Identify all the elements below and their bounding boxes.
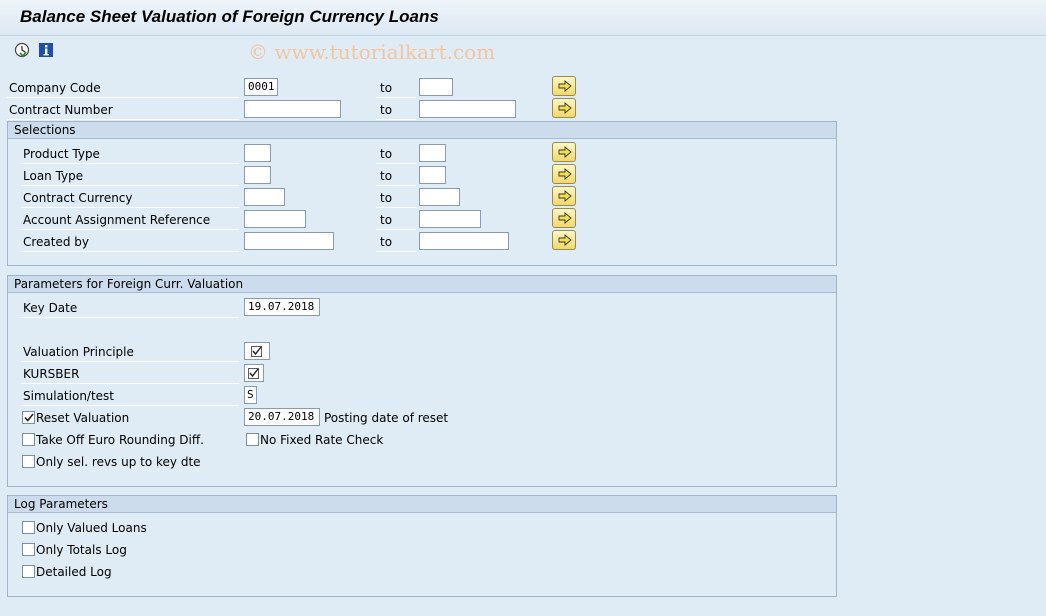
product-type-to-input[interactable] [419,144,446,162]
contract-currency-label: Contract Currency [23,191,133,205]
loan-type-label: Loan Type [23,169,84,183]
only-totals-log-label: Only Totals Log [36,543,127,557]
account-assignment-reference-to-input[interactable] [419,210,481,228]
arrow-right-icon [558,146,572,158]
loan-type-from-input[interactable] [244,166,271,184]
created-by-to-input[interactable] [419,232,509,250]
watermark: © www.tutorialkart.com [248,40,496,64]
account-assignment-reference-multiple-selection-button[interactable] [552,208,576,228]
parameters-group-header: Parameters for Foreign Curr. Valuation [8,276,836,293]
checkbox-check-icon [248,368,259,379]
reset-valuation-date-input[interactable]: 20.07.2018 [244,408,320,426]
simulation-input[interactable]: S [244,386,257,404]
contract-number-to-input[interactable] [419,100,516,118]
to-label: to [380,81,393,95]
kursber-field[interactable] [244,364,264,382]
key-date-input[interactable]: 19.07.2018 [244,298,320,316]
take-off-euro-label: Take Off Euro Rounding Diff. [36,433,204,447]
company-code-from-input[interactable]: 0001 [244,78,278,96]
title-bar: Balance Sheet Valuation of Foreign Curre… [0,0,1046,36]
loan-type-to-input[interactable] [419,166,446,184]
log-parameters-group: Log Parameters [7,495,837,597]
log-parameters-group-header: Log Parameters [8,496,836,513]
checkbox-check-icon [251,346,262,357]
arrow-right-icon [558,212,572,224]
contract-currency-multiple-selection-button[interactable] [552,186,576,206]
created-by-from-input[interactable] [244,232,334,250]
reset-valuation-label: Reset Valuation [36,411,130,425]
to-label: to [380,213,393,227]
contract-currency-to-input[interactable] [419,188,460,206]
valuation-principle-field[interactable] [244,342,270,360]
company-code-multiple-selection-button[interactable] [552,76,576,96]
kursber-label: KURSBER [23,367,80,381]
to-label: to [380,191,393,205]
account-assignment-reference-from-input[interactable] [244,210,306,228]
to-label: to [380,147,393,161]
no-fixed-rate-label: No Fixed Rate Check [260,433,384,447]
contract-number-from-input[interactable] [244,100,341,118]
key-date-label: Key Date [23,301,78,315]
only-valued-loans-checkbox[interactable] [22,521,35,534]
check-icon [24,413,34,422]
product-type-from-input[interactable] [244,144,271,162]
take-off-euro-checkbox[interactable] [22,433,35,446]
simulation-label: Simulation/test [23,389,115,403]
only-sel-revs-checkbox[interactable] [22,455,35,468]
valuation-principle-label: Valuation Principle [23,345,134,359]
posting-date-of-reset-label: Posting date of reset [324,411,449,425]
reset-valuation-checkbox[interactable] [22,411,35,424]
selections-group-header: Selections [8,122,836,139]
arrow-right-icon [558,168,572,180]
only-totals-log-checkbox[interactable] [22,543,35,556]
account-assignment-reference-label: Account Assignment Reference [23,213,211,227]
created-by-label: Created by [23,235,90,249]
to-label: to [380,235,393,249]
info-icon[interactable] [38,42,54,58]
arrow-right-icon [558,190,572,202]
page-title: Balance Sheet Valuation of Foreign Curre… [20,7,439,26]
company-code-to-input[interactable] [419,78,453,96]
to-label: to [380,169,393,183]
only-valued-loans-label: Only Valued Loans [36,521,147,535]
detailed-log-checkbox[interactable] [22,565,35,578]
created-by-multiple-selection-button[interactable] [552,230,576,250]
no-fixed-rate-checkbox[interactable] [246,433,259,446]
contract-currency-from-input[interactable] [244,188,285,206]
execute-clock-icon[interactable] [14,42,30,58]
contract-number-label: Contract Number [9,103,113,117]
product-type-multiple-selection-button[interactable] [552,142,576,162]
arrow-right-icon [558,102,572,114]
product-type-label: Product Type [23,147,100,161]
detailed-log-label: Detailed Log [36,565,112,579]
loan-type-multiple-selection-button[interactable] [552,164,576,184]
only-sel-revs-label: Only sel. revs up to key dte [36,455,201,469]
arrow-right-icon [558,80,572,92]
company-code-label: Company Code [9,81,101,95]
to-label: to [380,103,393,117]
contract-number-multiple-selection-button[interactable] [552,98,576,118]
arrow-right-icon [558,234,572,246]
